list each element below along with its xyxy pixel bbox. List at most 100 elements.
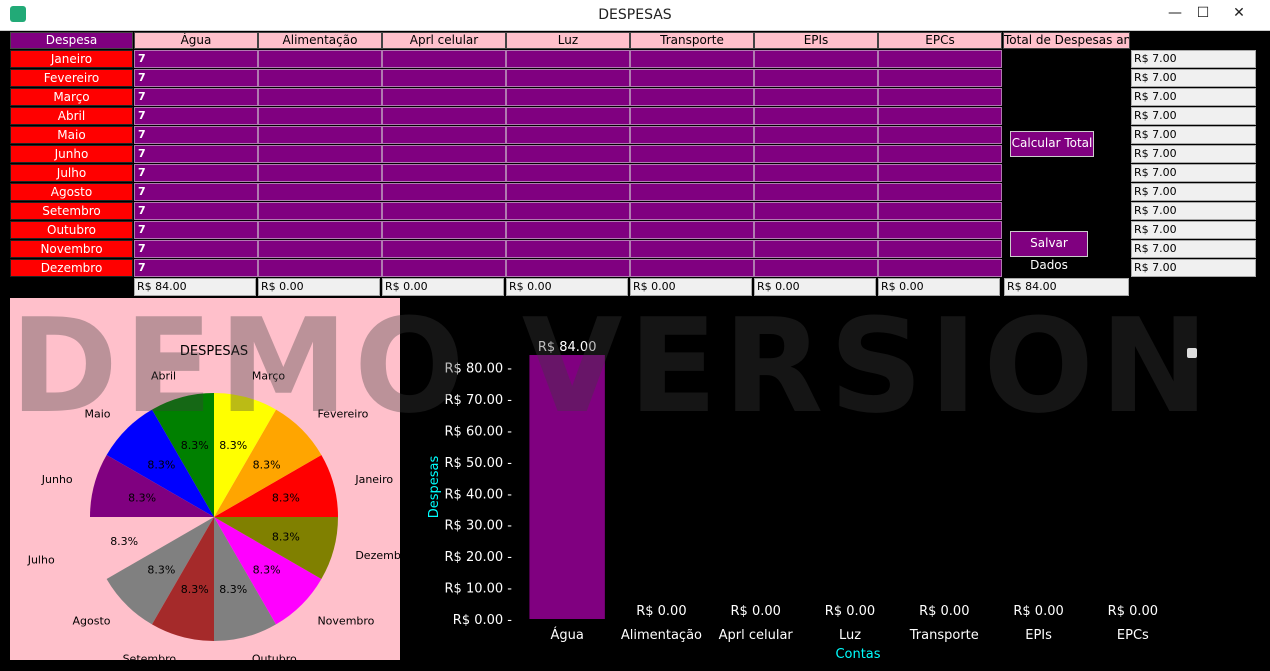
expense-input[interactable] <box>506 145 630 163</box>
expense-input[interactable] <box>878 126 1002 144</box>
expense-input[interactable] <box>878 50 1002 68</box>
expense-input[interactable] <box>630 126 754 144</box>
save-data-button[interactable]: Salvar Dados <box>1010 231 1088 272</box>
expense-input[interactable] <box>506 69 630 87</box>
calculate-total-button[interactable]: Calcular Total <box>1010 131 1094 157</box>
expense-input[interactable] <box>382 164 506 182</box>
expense-input[interactable] <box>382 126 506 144</box>
expense-input[interactable] <box>258 202 382 220</box>
expense-input[interactable] <box>258 69 382 87</box>
expense-input[interactable] <box>258 164 382 182</box>
expense-input[interactable] <box>630 50 754 68</box>
expense-input[interactable] <box>878 259 1002 277</box>
expense-input[interactable]: 7 <box>134 107 258 125</box>
column-total: R$ 0.00 <box>754 278 876 296</box>
expense-input[interactable] <box>506 183 630 201</box>
expense-input[interactable] <box>382 145 506 163</box>
expense-input[interactable] <box>878 145 1002 163</box>
expense-input[interactable] <box>630 107 754 125</box>
expense-input[interactable] <box>754 183 878 201</box>
expense-input[interactable] <box>754 202 878 220</box>
expense-input[interactable] <box>382 240 506 258</box>
expense-input[interactable] <box>754 126 878 144</box>
expense-input[interactable] <box>258 126 382 144</box>
expense-input[interactable] <box>506 259 630 277</box>
expense-input[interactable] <box>382 183 506 201</box>
expense-input[interactable] <box>878 88 1002 106</box>
expense-input[interactable] <box>382 50 506 68</box>
column-header: EPIs <box>754 32 878 49</box>
expense-input[interactable] <box>754 259 878 277</box>
expense-input[interactable] <box>878 183 1002 201</box>
expense-input[interactable] <box>754 145 878 163</box>
expense-input[interactable] <box>258 107 382 125</box>
expense-input[interactable] <box>754 50 878 68</box>
expense-input[interactable]: 7 <box>134 88 258 106</box>
expense-input[interactable] <box>258 259 382 277</box>
expense-input[interactable] <box>506 164 630 182</box>
expense-input[interactable]: 7 <box>134 145 258 163</box>
expense-input[interactable] <box>878 164 1002 182</box>
pie-pct-label: 8.3% <box>181 583 209 596</box>
expense-input[interactable] <box>754 240 878 258</box>
expense-input[interactable] <box>506 50 630 68</box>
close-button[interactable]: ✕ <box>1224 4 1254 22</box>
scroll-handle[interactable] <box>1187 348 1197 358</box>
expense-input[interactable] <box>258 50 382 68</box>
expense-input[interactable]: 7 <box>134 69 258 87</box>
expense-input[interactable]: 7 <box>134 164 258 182</box>
expense-input[interactable] <box>878 240 1002 258</box>
y-tick-label: R$ 30.00 - <box>445 519 513 534</box>
expense-input[interactable]: 7 <box>134 50 258 68</box>
expense-input[interactable] <box>258 240 382 258</box>
expense-input[interactable] <box>754 164 878 182</box>
expense-input[interactable] <box>630 69 754 87</box>
expense-input[interactable] <box>878 69 1002 87</box>
expense-input[interactable] <box>506 126 630 144</box>
expense-input[interactable] <box>506 88 630 106</box>
row-total: R$ 7.00 <box>1131 126 1256 144</box>
expense-input[interactable]: 7 <box>134 221 258 239</box>
expense-input[interactable] <box>630 183 754 201</box>
expense-input[interactable]: 7 <box>134 126 258 144</box>
minimize-button[interactable]: — <box>1160 4 1190 22</box>
expense-input[interactable] <box>506 202 630 220</box>
maximize-button[interactable]: ☐ <box>1188 4 1218 22</box>
pie-category-label: Janeiro <box>354 473 393 486</box>
pie-pct-label: 8.3% <box>147 564 175 577</box>
expense-input[interactable] <box>382 221 506 239</box>
expense-input[interactable] <box>382 259 506 277</box>
expense-input[interactable]: 7 <box>134 202 258 220</box>
expense-input[interactable] <box>754 69 878 87</box>
expense-input[interactable] <box>754 107 878 125</box>
row-total: R$ 7.00 <box>1131 183 1256 201</box>
expense-input[interactable] <box>506 107 630 125</box>
expense-input[interactable] <box>630 145 754 163</box>
expense-input[interactable] <box>878 221 1002 239</box>
expense-input[interactable] <box>630 88 754 106</box>
pie-category-label: Agosto <box>73 614 111 627</box>
expense-input[interactable]: 7 <box>134 240 258 258</box>
expense-input[interactable] <box>630 259 754 277</box>
expense-input[interactable] <box>258 145 382 163</box>
expense-input[interactable] <box>630 202 754 220</box>
expense-input[interactable] <box>382 202 506 220</box>
expense-input[interactable] <box>382 107 506 125</box>
expense-input[interactable] <box>630 240 754 258</box>
expense-input[interactable] <box>754 221 878 239</box>
expense-input[interactable] <box>630 164 754 182</box>
expense-input[interactable] <box>878 107 1002 125</box>
expense-input[interactable] <box>878 202 1002 220</box>
expense-input[interactable] <box>506 221 630 239</box>
expense-input[interactable] <box>258 88 382 106</box>
expense-input[interactable] <box>506 240 630 258</box>
expense-input[interactable] <box>382 69 506 87</box>
expense-input[interactable] <box>630 221 754 239</box>
expense-input[interactable] <box>258 221 382 239</box>
expense-input[interactable]: 7 <box>134 183 258 201</box>
expense-input[interactable]: 7 <box>134 259 258 277</box>
expense-input[interactable] <box>382 88 506 106</box>
pie-category-label: Março <box>252 370 286 383</box>
expense-input[interactable] <box>258 183 382 201</box>
expense-input[interactable] <box>754 88 878 106</box>
